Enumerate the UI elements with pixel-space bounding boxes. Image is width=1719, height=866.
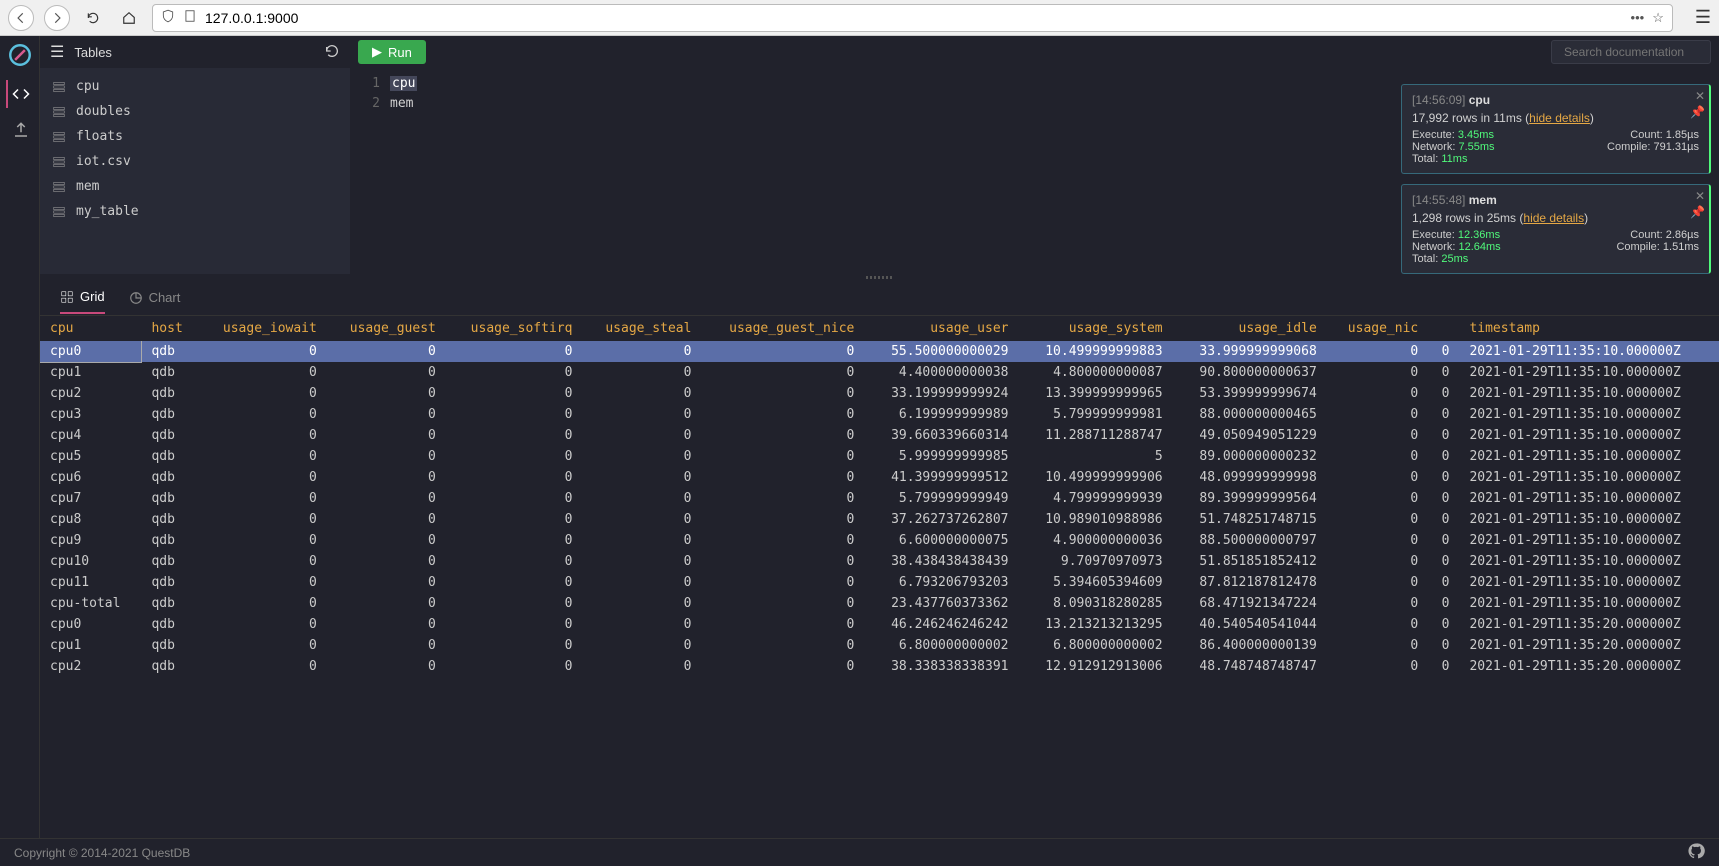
app-logo xyxy=(7,42,33,68)
search-doc-input[interactable] xyxy=(1551,40,1711,64)
tab-chart-label: Chart xyxy=(149,290,181,305)
table-row[interactable]: cpu2qdb0000038.33833833839112.9129129130… xyxy=(40,656,1719,677)
results-panel: Grid Chart cpuhostusage_iowaitusage_gues… xyxy=(40,280,1719,838)
table-item[interactable]: floats xyxy=(40,124,350,149)
column-header[interactable]: host xyxy=(141,316,199,341)
notification-stack: ✕📌[14:56:09] cpu17,992 rows in 11ms (hid… xyxy=(1401,84,1711,274)
run-button[interactable]: ▶ Run xyxy=(358,40,426,64)
left-rail xyxy=(0,36,40,838)
app-root: ☰ Tables cpudoublesfloatsiot.csvmemmy_ta… xyxy=(0,36,1719,838)
column-header[interactable]: usage_guest xyxy=(327,316,446,341)
table-row[interactable]: cpu-totalqdb0000023.4377603733628.090318… xyxy=(40,593,1719,614)
table-item[interactable]: iot.csv xyxy=(40,149,350,174)
copyright-text: Copyright © 2014-2021 QuestDB xyxy=(14,846,190,860)
footer: Copyright © 2014-2021 QuestDB xyxy=(0,838,1719,866)
column-header[interactable]: usage_idle xyxy=(1173,316,1327,341)
hide-details-link[interactable]: hide details xyxy=(1523,211,1584,225)
notification: ✕📌[14:55:48] mem1,298 rows in 25ms (hide… xyxy=(1401,184,1711,274)
pin-icon[interactable]: 📌 xyxy=(1690,205,1705,219)
table-wrap[interactable]: cpuhostusage_iowaitusage_guestusage_soft… xyxy=(40,316,1719,838)
tab-chart[interactable]: Chart xyxy=(129,282,181,313)
table-item[interactable]: doubles xyxy=(40,99,350,124)
table-row[interactable]: cpu7qdb000005.7999999999494.799999999939… xyxy=(40,488,1719,509)
table-item[interactable]: cpu xyxy=(40,74,350,99)
column-header[interactable]: usage_nic xyxy=(1327,316,1428,341)
table-row[interactable]: cpu4qdb0000039.66033966031411.2887112887… xyxy=(40,425,1719,446)
main-column: ☰ Tables cpudoublesfloatsiot.csvmemmy_ta… xyxy=(40,36,1719,838)
table-row[interactable]: cpu1qdb000004.4000000000384.800000000087… xyxy=(40,362,1719,383)
tables-menu-icon[interactable]: ☰ xyxy=(50,42,64,62)
url-bar[interactable]: ••• ☆ xyxy=(152,4,1673,32)
browser-menu-icon[interactable]: ☰ xyxy=(1695,7,1711,28)
run-label: Run xyxy=(388,45,412,60)
close-icon[interactable]: ✕ xyxy=(1695,89,1705,103)
column-header[interactable]: timestamp xyxy=(1459,316,1719,341)
shield-icon xyxy=(161,9,175,26)
table-row[interactable]: cpu10qdb0000038.4384384384399.7097097097… xyxy=(40,551,1719,572)
table-row[interactable]: cpu9qdb000006.6000000000754.900000000036… xyxy=(40,530,1719,551)
table-row[interactable]: cpu8qdb0000037.26273726280710.9890109889… xyxy=(40,509,1719,530)
table-item[interactable]: mem xyxy=(40,174,350,199)
tab-grid-label: Grid xyxy=(80,289,105,304)
data-table: cpuhostusage_iowaitusage_guestusage_soft… xyxy=(40,316,1719,677)
column-header[interactable]: usage_iowait xyxy=(199,316,327,341)
column-header[interactable]: usage_guest_nice xyxy=(701,316,864,341)
table-row[interactable]: cpu11qdb000006.7932067932035.39460539460… xyxy=(40,572,1719,593)
column-header[interactable] xyxy=(1428,316,1459,341)
forward-button[interactable] xyxy=(44,5,70,31)
table-item[interactable]: my_table xyxy=(40,199,350,224)
table-row[interactable]: cpu2qdb0000033.19999999992413.3999999999… xyxy=(40,383,1719,404)
bookmark-icon[interactable]: ☆ xyxy=(1652,10,1664,26)
close-icon[interactable]: ✕ xyxy=(1695,189,1705,203)
url-input[interactable] xyxy=(205,10,1623,26)
tab-grid[interactable]: Grid xyxy=(60,281,105,314)
play-icon: ▶ xyxy=(372,44,382,60)
code-tab-icon[interactable] xyxy=(6,80,34,108)
browser-chrome: ••• ☆ ☰ xyxy=(0,0,1719,36)
table-row[interactable]: cpu0qdb0000046.24624624624213.2132132132… xyxy=(40,614,1719,635)
refresh-icon[interactable] xyxy=(324,43,340,62)
column-header[interactable]: cpu xyxy=(40,316,141,341)
table-row[interactable]: cpu5qdb000005.999999999985589.0000000002… xyxy=(40,446,1719,467)
results-tabs: Grid Chart xyxy=(40,280,1719,316)
column-header[interactable]: usage_system xyxy=(1019,316,1173,341)
tables-header: ☰ Tables xyxy=(40,36,350,68)
column-header[interactable]: usage_steal xyxy=(582,316,701,341)
reload-button[interactable] xyxy=(80,5,106,31)
column-header[interactable]: usage_softirq xyxy=(446,316,583,341)
home-button[interactable] xyxy=(116,5,142,31)
tables-header-label: Tables xyxy=(74,45,314,60)
table-row[interactable]: cpu1qdb000006.8000000000026.800000000002… xyxy=(40,635,1719,656)
table-row[interactable]: cpu0qdb0000055.50000000002910.4999999998… xyxy=(40,341,1719,362)
tables-panel: ☰ Tables cpudoublesfloatsiot.csvmemmy_ta… xyxy=(40,36,350,274)
pin-icon[interactable]: 📌 xyxy=(1690,105,1705,119)
upload-tab-icon[interactable] xyxy=(6,116,34,144)
editor-toolbar: ▶ Run xyxy=(350,36,1719,68)
table-row[interactable]: cpu6qdb0000041.39999999951210.4999999999… xyxy=(40,467,1719,488)
column-header[interactable]: usage_user xyxy=(864,316,1018,341)
table-row[interactable]: cpu3qdb000006.1999999999895.799999999981… xyxy=(40,404,1719,425)
more-icon[interactable]: ••• xyxy=(1631,10,1645,25)
back-button[interactable] xyxy=(8,5,34,31)
hide-details-link[interactable]: hide details xyxy=(1529,111,1590,125)
table-list: cpudoublesfloatsiot.csvmemmy_table xyxy=(40,68,350,230)
page-icon xyxy=(183,9,197,26)
github-icon[interactable] xyxy=(1687,842,1705,863)
notification: ✕📌[14:56:09] cpu17,992 rows in 11ms (hid… xyxy=(1401,84,1711,174)
